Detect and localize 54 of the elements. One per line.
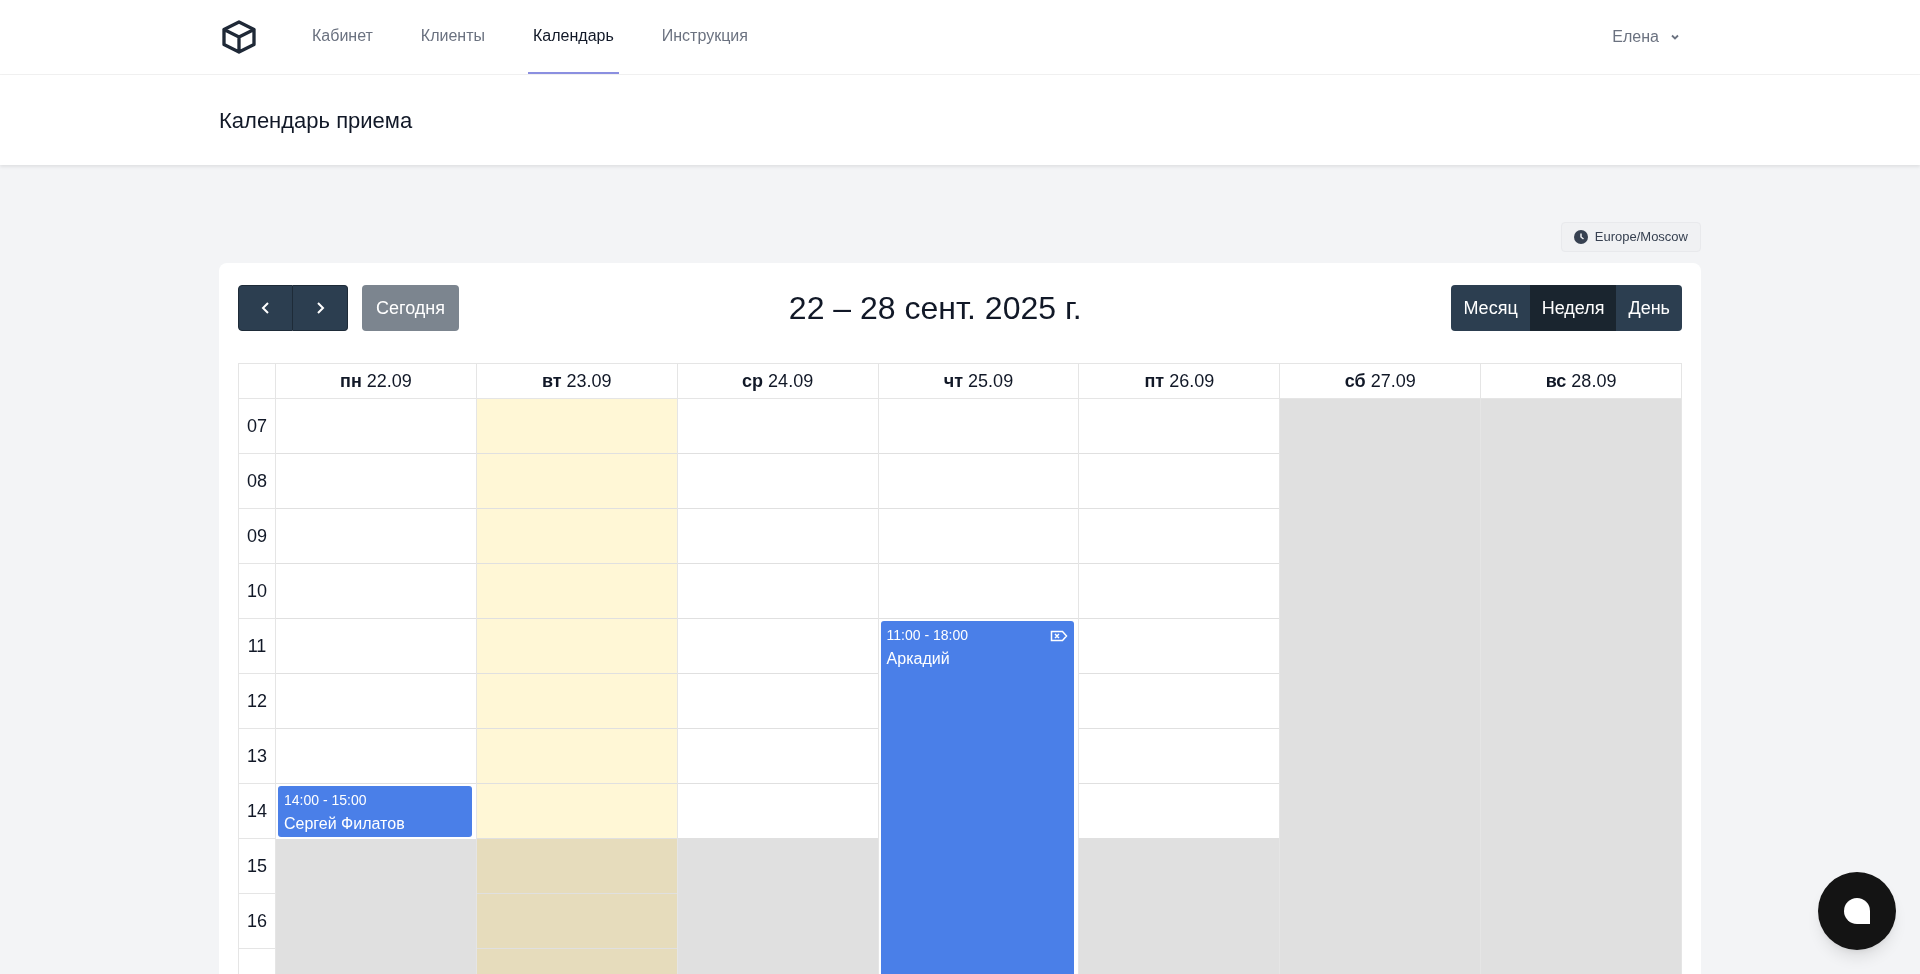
time-slot[interactable]: [677, 839, 878, 894]
chat-bubble-icon: [1842, 896, 1872, 926]
hour-label: 15: [247, 854, 267, 878]
previous-button[interactable]: [238, 285, 293, 331]
hour-label: 13: [247, 744, 267, 768]
user-menu[interactable]: Елена: [1612, 25, 1681, 49]
hour-label: 12: [247, 689, 267, 713]
nav-link[interactable]: Клиенты: [415, 0, 490, 74]
event-time: 14:00 - 15:00: [284, 791, 367, 810]
time-slot[interactable]: [1280, 399, 1481, 454]
time-slot[interactable]: [476, 729, 677, 784]
appointment-event[interactable]: 14:00 - 15:00 Сергей Филатов: [278, 786, 472, 837]
time-slot[interactable]: [1079, 839, 1280, 894]
time-slot[interactable]: [476, 674, 677, 729]
page-title: Календарь приема: [219, 106, 413, 135]
event-title: Аркадий: [886, 649, 951, 669]
event-title: Сергей Филатов: [284, 814, 406, 834]
time-slot[interactable]: [476, 894, 677, 949]
time-slot[interactable]: [476, 509, 677, 564]
event-time: 11:00 - 18:00: [886, 626, 969, 645]
time-slot[interactable]: [476, 619, 677, 674]
clock-icon: [1573, 230, 1588, 244]
next-button[interactable]: [293, 285, 348, 331]
day-header: вс 28.09: [1545, 369, 1617, 393]
day-header: ср 24.09: [742, 369, 814, 393]
hour-label: 10: [247, 579, 267, 603]
hour-label: 14: [247, 799, 267, 823]
day-header: вт 23.09: [541, 369, 612, 393]
nav-link[interactable]: Инструкция: [656, 0, 753, 74]
day-header: чт 25.09: [943, 369, 1014, 393]
view-tab[interactable]: Месяц: [1451, 285, 1530, 331]
date-range-title: 22 – 28 сент. 2025 г.: [787, 289, 1083, 328]
time-slot[interactable]: [476, 564, 677, 619]
hour-label: 09: [247, 524, 267, 548]
nav-link[interactable]: Кабинет: [307, 0, 378, 74]
day-header: пт 26.09: [1144, 369, 1215, 393]
view-tab[interactable]: День: [1616, 285, 1682, 331]
time-slot[interactable]: [276, 839, 476, 894]
cube-logo-icon: [219, 17, 259, 57]
day-header: пн 22.09: [340, 369, 412, 393]
time-slot[interactable]: [476, 839, 677, 894]
time-slot[interactable]: [476, 399, 677, 454]
day-header: сб 27.09: [1344, 369, 1416, 393]
hour-label: 08: [247, 469, 267, 493]
appointment-event[interactable]: 11:00 - 18:00 Аркадий: [880, 621, 1075, 974]
chat-button[interactable]: [1818, 872, 1896, 950]
view-tab[interactable]: Неделя: [1529, 285, 1617, 331]
time-slot[interactable]: [476, 784, 677, 839]
hour-label: 16: [247, 909, 267, 933]
timezone-label: Europe/Moscow: [1594, 228, 1688, 247]
hour-label: 11: [247, 634, 267, 658]
time-slot[interactable]: [1481, 399, 1681, 454]
time-slot[interactable]: [476, 454, 677, 509]
hour-label: 07: [247, 414, 267, 438]
